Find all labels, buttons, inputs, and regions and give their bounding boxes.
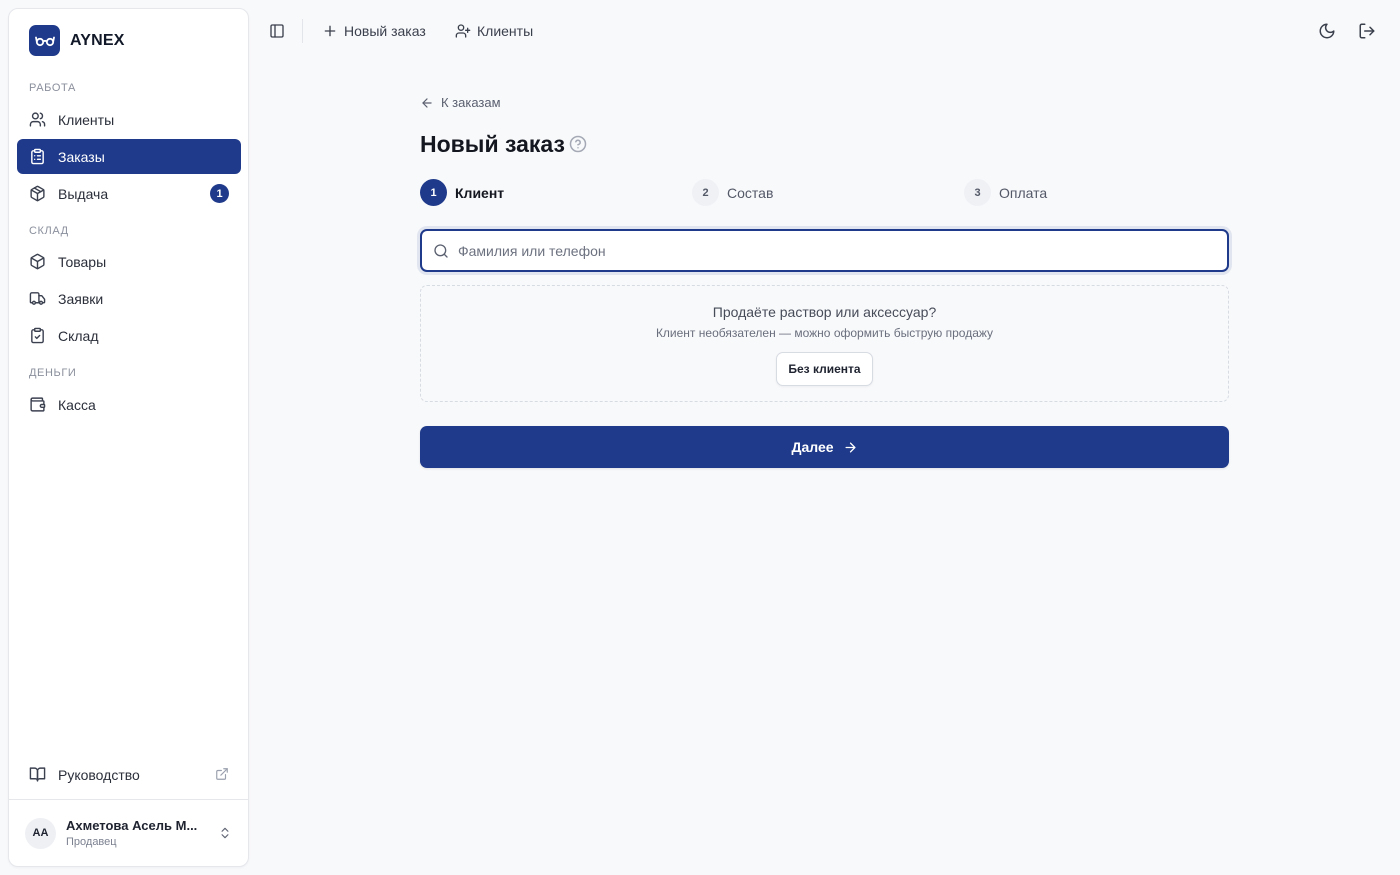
sidebar-item-label: Склад	[58, 327, 99, 344]
sidebar-item-products[interactable]: Товары	[17, 244, 241, 279]
plus-icon	[322, 23, 338, 39]
glasses-icon	[29, 25, 60, 56]
sidebar-item-label: Руководство	[58, 766, 140, 783]
wallet-icon	[29, 396, 46, 413]
no-client-title: Продаёте раствор или аксессуар?	[712, 304, 937, 320]
next-button[interactable]: Далее	[420, 426, 1229, 468]
section-label-money: ДЕНЬГИ	[29, 367, 77, 379]
new-order-label: Новый заказ	[344, 23, 426, 39]
back-to-orders-link[interactable]: К заказам	[420, 95, 501, 110]
brand[interactable]: AYNEX	[29, 25, 125, 56]
step-label: Состав	[727, 184, 774, 201]
clients-button[interactable]: Клиенты	[455, 23, 533, 39]
external-link-icon	[215, 767, 229, 781]
step-number: 2	[692, 179, 719, 206]
page-title: Новый заказ	[420, 131, 565, 157]
user-name: Ахметова Асель М...	[66, 818, 198, 833]
avatar: АА	[25, 817, 56, 849]
step-client[interactable]: 1 Клиент	[420, 179, 504, 206]
chevrons-up-down-icon[interactable]	[218, 825, 232, 841]
logout-icon[interactable]	[1358, 22, 1376, 40]
sidebar-item-guide[interactable]: Руководство	[17, 757, 241, 792]
sidebar-item-label: Клиенты	[58, 111, 115, 128]
user-role: Продавец	[66, 836, 117, 848]
search-icon	[433, 243, 449, 259]
help-circle-icon[interactable]	[569, 135, 587, 153]
sidebar-item-label: Заявки	[58, 290, 104, 307]
step-payment[interactable]: 3 Оплата	[964, 179, 1047, 206]
box-icon	[29, 253, 46, 270]
no-client-panel: Продаёте раствор или аксессуар? Клиент н…	[420, 285, 1229, 402]
sidebar-toggle-button[interactable]	[269, 23, 285, 39]
sidebar-item-label: Заказы	[58, 148, 105, 165]
back-link-label: К заказам	[441, 95, 501, 110]
no-client-button[interactable]: Без клиента	[776, 352, 873, 386]
clients-label: Клиенты	[477, 23, 534, 39]
sidebar-item-warehouse[interactable]: Склад	[17, 318, 241, 353]
sidebar-item-cashdesk[interactable]: Касса	[17, 387, 241, 422]
client-search	[420, 229, 1229, 272]
user-plus-icon	[455, 23, 471, 39]
step-label: Оплата	[999, 184, 1048, 201]
clipboard-check-icon	[29, 327, 46, 344]
sidebar-item-issue[interactable]: Выдача 1	[17, 176, 241, 211]
book-open-icon	[29, 766, 46, 783]
section-label-warehouse: СКЛАД	[29, 225, 69, 237]
sidebar-item-clients[interactable]: Клиенты	[17, 102, 241, 137]
sidebar-item-label: Касса	[58, 396, 96, 413]
brand-name: AYNEX	[70, 31, 125, 49]
arrow-left-icon	[420, 96, 434, 110]
sidebar-item-orders[interactable]: Заказы	[17, 139, 241, 174]
next-button-label: Далее	[791, 439, 834, 455]
step-label: Клиент	[455, 184, 505, 201]
clipboard-list-icon	[29, 148, 46, 165]
notification-badge: 1	[210, 184, 229, 203]
users-icon	[29, 111, 46, 128]
sidebar-item-label: Товары	[58, 253, 107, 270]
package-icon	[29, 185, 46, 202]
step-number: 1	[420, 179, 447, 206]
topbar-divider	[302, 19, 303, 43]
sidebar: AYNEX РАБОТА Клиенты Заказы Выдача 1 СКЛ…	[8, 8, 249, 867]
new-order-button[interactable]: Новый заказ	[322, 23, 426, 39]
arrow-right-icon	[843, 440, 858, 455]
no-client-subtitle: Клиент необязателен — можно оформить быс…	[655, 326, 994, 340]
section-label-work: РАБОТА	[29, 82, 76, 94]
search-input[interactable]	[458, 242, 1198, 259]
panel-left-icon	[269, 23, 285, 39]
step-composition[interactable]: 2 Состав	[692, 179, 773, 206]
moon-icon[interactable]	[1318, 22, 1336, 40]
step-number: 3	[964, 179, 991, 206]
sidebar-item-label: Выдача	[58, 185, 109, 202]
sidebar-item-requests[interactable]: Заявки	[17, 281, 241, 316]
truck-icon	[29, 290, 46, 307]
user-menu[interactable]: АА Ахметова Асель М... Продавец	[9, 799, 248, 866]
